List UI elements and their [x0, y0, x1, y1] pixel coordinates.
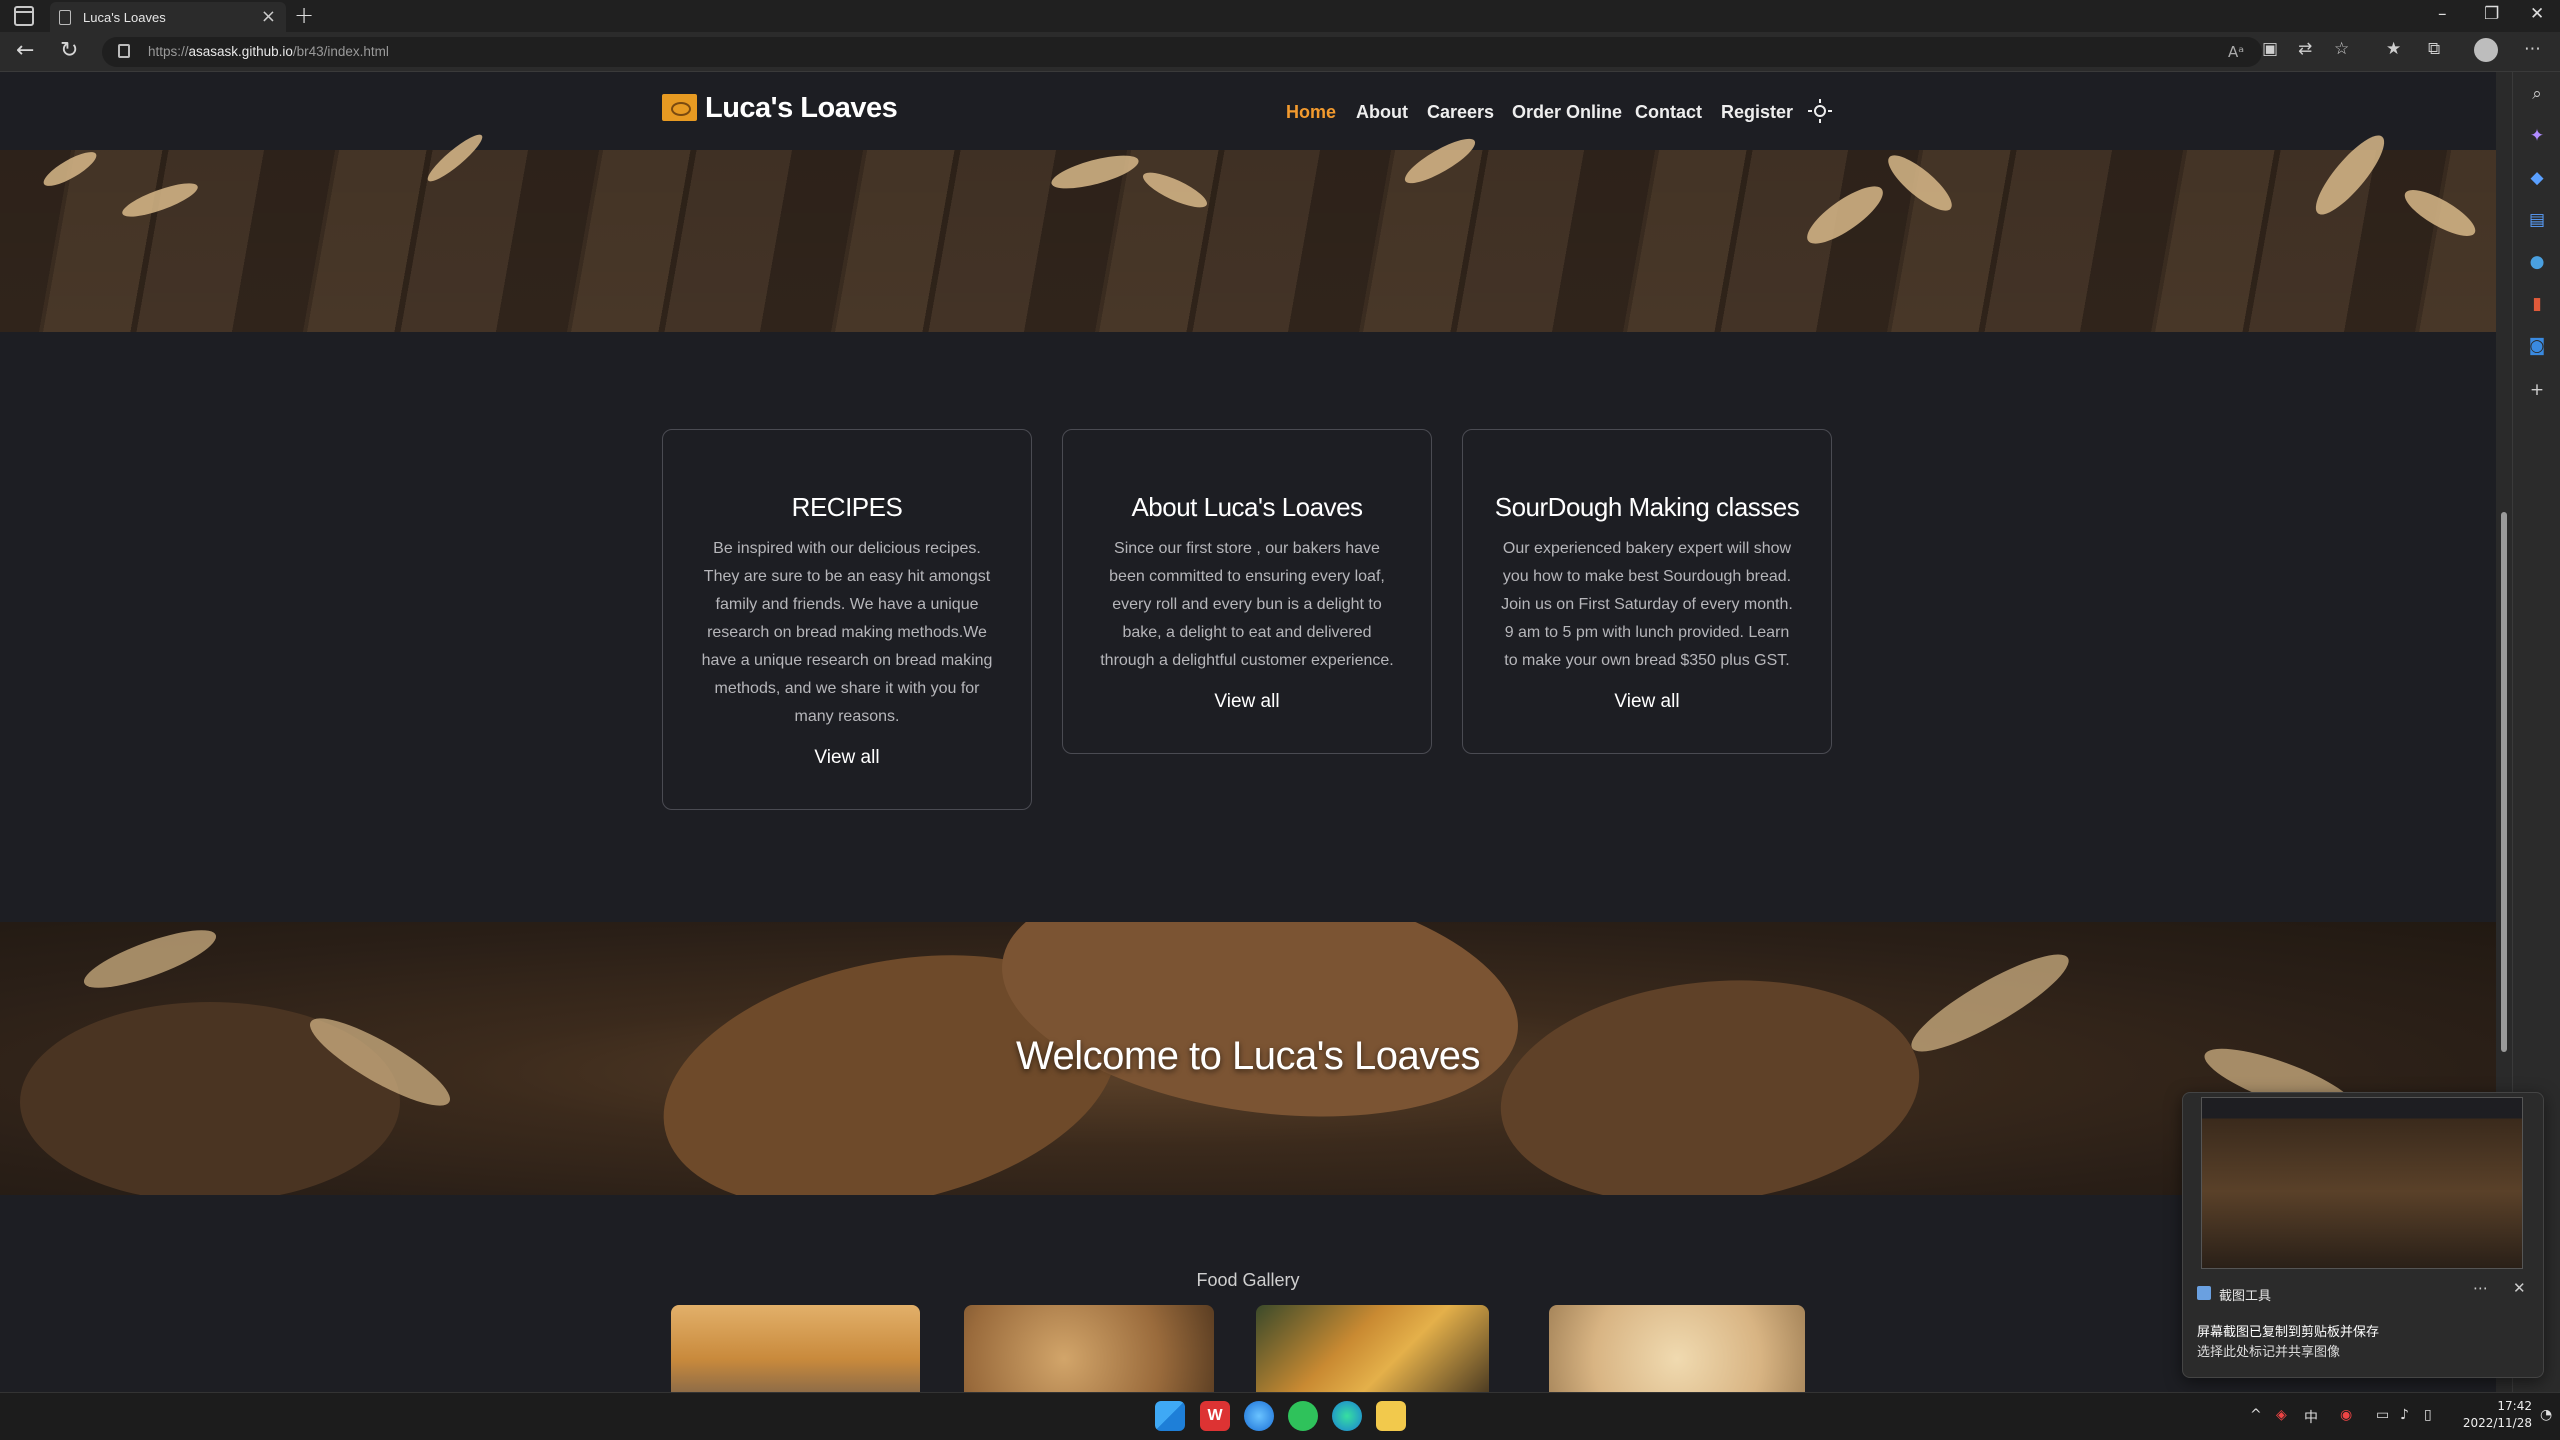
snipping-tool-icon — [2197, 1286, 2211, 1300]
edge-icon[interactable] — [1332, 1401, 1362, 1431]
browser-tab[interactable]: Luca's Loaves × — [50, 2, 286, 32]
recipes-card: RECIPES Be inspired with our delicious r… — [662, 429, 1032, 810]
sun-theme-toggle-icon[interactable] — [1808, 99, 1832, 123]
notification-app-name: 截图工具 — [2219, 1289, 2272, 1304]
card-body: Our experienced bakery expert will show … — [1501, 540, 1793, 669]
add-favorite-icon[interactable]: ☆ — [2334, 39, 2349, 59]
nav-careers[interactable]: Careers — [1427, 102, 1494, 123]
bread-logo-icon[interactable] — [662, 94, 697, 121]
site-header: Luca's Loaves Home About Careers Order O… — [0, 72, 2496, 150]
welcome-heading: Welcome to Luca's Loaves — [1015, 1034, 1481, 1078]
taskbar: W ^ ◈ 中 ◉ ▭ ♪ ▯ 17:42 2022/11/28 ◔ — [0, 1392, 2560, 1440]
address-bar[interactable]: https://asasask.github.io/br43/index.htm… — [102, 37, 2262, 67]
card-title: SourDough Making classes — [1494, 492, 1800, 522]
volume-icon[interactable]: ♪ — [2400, 1407, 2409, 1423]
gallery-image-flatbread[interactable] — [1549, 1305, 1805, 1392]
office-icon[interactable]: ▮ — [2525, 292, 2549, 316]
tools-icon[interactable]: ◆ — [2525, 166, 2549, 190]
nav-register[interactable]: Register — [1721, 102, 1793, 123]
new-tab-button[interactable]: + — [294, 1, 314, 29]
battery-icon[interactable]: ▯ — [2424, 1407, 2432, 1423]
outlook-icon[interactable]: ◙ — [2525, 334, 2549, 358]
profile-avatar[interactable] — [2474, 38, 2498, 62]
address-toolbar: ← ↻ https://asasask.github.io/br43/index… — [0, 32, 2560, 72]
shopping-icon[interactable]: ▤ — [2525, 208, 2549, 232]
people-icon[interactable]: ● — [2525, 250, 2549, 274]
read-aloud-icon[interactable]: Aᵃ — [2228, 43, 2244, 61]
tab-title: Luca's Loaves — [83, 10, 166, 25]
sourdough-classes-card: SourDough Making classes Our experienced… — [1462, 429, 1832, 754]
discover-icon[interactable]: ✦ — [2525, 124, 2549, 148]
collections-icon[interactable]: ⧉ — [2428, 39, 2440, 59]
chevron-up-icon[interactable]: ^ — [2250, 1407, 2262, 1423]
close-tab-icon[interactable]: × — [261, 6, 276, 27]
wps-icon[interactable]: W — [1200, 1401, 1230, 1431]
screenshot-thumbnail[interactable] — [2201, 1097, 2523, 1269]
close-window-icon[interactable]: ✕ — [2530, 4, 2544, 24]
lock-icon[interactable] — [118, 44, 130, 58]
add-sidebar-icon[interactable]: + — [2525, 378, 2549, 402]
screen: Luca's Loaves × + – ❐ ✕ ← ↻ https://asas… — [0, 0, 2560, 1440]
gallery-image-corn[interactable] — [1256, 1305, 1489, 1392]
nav-home[interactable]: Home — [1286, 102, 1336, 123]
nav-order-online[interactable]: Order Online — [1512, 102, 1622, 123]
ime-indicator[interactable]: 中 — [2304, 1407, 2318, 1427]
refresh-icon[interactable]: ↻ — [60, 38, 78, 63]
snip-notification[interactable]: 截图工具 ⋯ ✕ 屏幕截图已复制到剪贴板并保存 选择此处标记并共享图像 — [2182, 1092, 2544, 1378]
restore-icon[interactable]: ❐ — [2484, 4, 2499, 24]
nav-contact[interactable]: Contact — [1635, 102, 1702, 123]
notification-line-1: 屏幕截图已复制到剪贴板并保存 — [2197, 1325, 2380, 1340]
browser-taskbar-icon[interactable] — [1244, 1401, 1274, 1431]
network-icon[interactable]: ▭ — [2376, 1407, 2389, 1423]
more-options-icon[interactable]: ⋯ — [2473, 1279, 2488, 1297]
view-all-link[interactable]: View all — [814, 747, 879, 769]
scroll-thumb[interactable] — [2501, 512, 2507, 1052]
wechat-icon[interactable] — [1288, 1401, 1318, 1431]
antivirus-icon[interactable]: ◉ — [2340, 1407, 2352, 1423]
tab-actions-icon[interactable] — [14, 6, 34, 26]
back-icon[interactable]: ← — [16, 38, 34, 63]
file-explorer-icon[interactable] — [1376, 1401, 1406, 1431]
url-text[interactable]: https://asasask.github.io/br43/index.htm… — [148, 44, 389, 59]
tab-strip: Luca's Loaves × + – ❐ ✕ — [0, 0, 2560, 32]
clock[interactable]: 17:42 2022/11/28 — [2452, 1398, 2532, 1432]
page-viewport: Luca's Loaves Home About Careers Order O… — [0, 72, 2496, 1392]
view-all-link[interactable]: View all — [1614, 691, 1679, 713]
card-body: Since our first store , our bakers have … — [1100, 540, 1394, 669]
more-menu-icon[interactable]: ⋯ — [2524, 39, 2541, 59]
gallery-title: Food Gallery — [1196, 1270, 1300, 1290]
card-title: About Luca's Loaves — [1131, 492, 1363, 522]
page-icon — [59, 10, 71, 25]
gallery-image-rolls[interactable] — [671, 1305, 920, 1392]
minimize-icon[interactable]: – — [2438, 4, 2447, 24]
notification-center-icon[interactable]: ◔ — [2540, 1407, 2552, 1423]
start-icon[interactable] — [1155, 1401, 1185, 1431]
card-body: Be inspired with our delicious recipes. … — [701, 540, 993, 725]
hero-wheat-banner — [0, 127, 2496, 332]
notification-line-2: 选择此处标记并共享图像 — [2197, 1345, 2341, 1360]
translate-icon[interactable]: ⇄ — [2298, 39, 2312, 59]
about-card: About Luca's Loaves Since our first stor… — [1062, 429, 1432, 754]
immersive-reader-icon[interactable]: ▣ — [2262, 39, 2278, 59]
nav-about[interactable]: About — [1356, 102, 1408, 123]
gallery-image-loaves[interactable] — [964, 1305, 1214, 1392]
brand-name[interactable]: Luca's Loaves — [705, 92, 898, 125]
card-title: RECIPES — [791, 492, 903, 522]
close-notification-icon[interactable]: ✕ — [2513, 1279, 2526, 1297]
welcome-banner: Welcome to Luca's Loaves — [0, 922, 2496, 1195]
search-icon[interactable]: ⌕ — [2525, 82, 2549, 106]
favorites-icon[interactable]: ★ — [2386, 39, 2401, 59]
tray-app-icon[interactable]: ◈ — [2276, 1407, 2287, 1423]
view-all-link[interactable]: View all — [1214, 691, 1279, 713]
